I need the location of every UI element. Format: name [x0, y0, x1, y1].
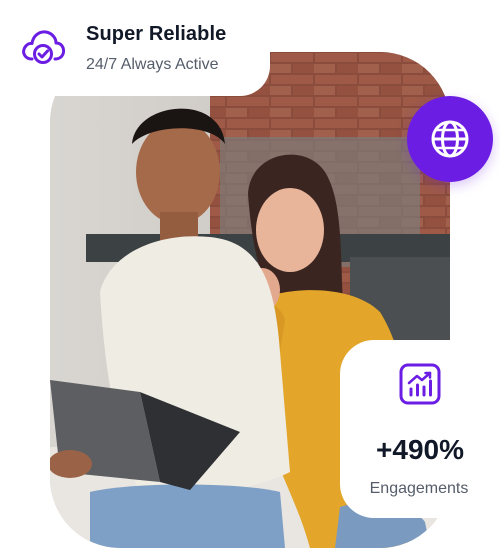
globe-button[interactable] — [407, 96, 493, 182]
engagement-label: Engagements — [369, 480, 469, 497]
reliability-badge: Super Reliable 24/7 Always Active — [0, 0, 270, 96]
cloud-check-icon — [22, 30, 66, 64]
engagement-card: +490% Engagements — [340, 340, 500, 518]
engagement-value: +490% — [376, 434, 464, 465]
chart-growth-icon — [399, 363, 441, 405]
hero-section: Super Reliable 24/7 Always Active +490% … — [0, 0, 500, 550]
reliability-subtitle: 24/7 Always Active — [86, 56, 219, 73]
globe-icon — [431, 120, 469, 158]
reliability-title: Super Reliable — [86, 23, 227, 45]
